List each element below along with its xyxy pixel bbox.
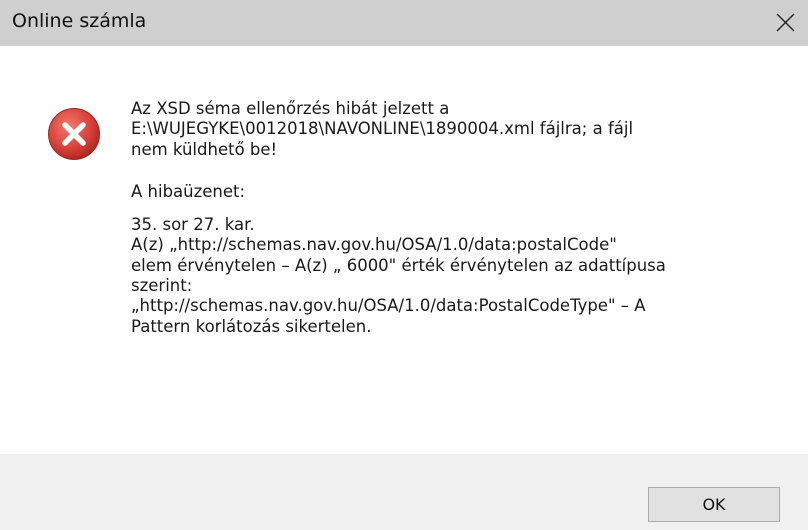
error-detail-line: szerint: <box>131 276 193 296</box>
error-detail-line: „http://schemas.nav.gov.hu/OSA/1.0/data:… <box>131 296 646 316</box>
message-dialog: Online számla Az XSD séma ellenőrzés hib… <box>0 0 808 530</box>
message-line: Az XSD séma ellenőrzés hibát jelzett a <box>131 99 450 118</box>
error-heading: A hibaüzenet: <box>131 181 246 201</box>
close-button[interactable] <box>762 0 808 46</box>
message-line: E:\WUJEGYKE\0012018\NAVONLINE\1890004.xm… <box>131 119 634 139</box>
message-text: Az XSD séma ellenőrzés hibát jelzett a E… <box>131 99 791 337</box>
error-detail-line: Pattern korlátozás sikertelen. <box>131 316 372 336</box>
close-icon <box>776 13 795 32</box>
title-bar: Online számla <box>0 0 808 46</box>
error-detail-line: elem érvénytelen – A(z) „ 6000" érték ér… <box>131 255 666 275</box>
error-detail-line: 35. sor 27. kar. <box>131 215 255 235</box>
error-icon <box>48 108 100 160</box>
button-bar: OK <box>0 454 808 530</box>
message-line: nem küldhető be! <box>131 139 278 159</box>
error-detail-line: A(z) „http://schemas.nav.gov.hu/OSA/1.0/… <box>131 235 617 255</box>
window-title: Online számla <box>12 10 147 32</box>
ok-button[interactable]: OK <box>648 487 780 522</box>
